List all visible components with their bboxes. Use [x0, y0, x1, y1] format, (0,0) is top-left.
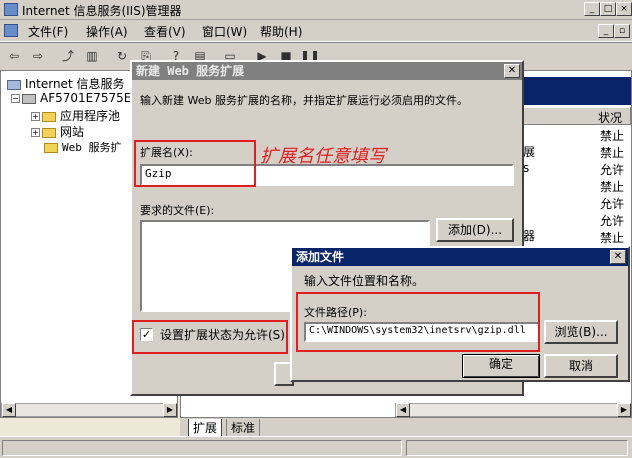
add-file-title: 添加文件 [296, 250, 345, 264]
iis-node-icon [7, 79, 21, 90]
forward-arrow-icon[interactable]: ⇨ [28, 47, 48, 65]
tree-root-label: Internet 信息服务 [25, 77, 125, 91]
back-arrow-icon[interactable]: ⇦ [4, 47, 24, 65]
status-cell: 允许 [600, 214, 625, 228]
scroll-left-icon[interactable]: ◀ [396, 403, 410, 417]
new-extension-title: 新建 Web 服务扩展 [136, 64, 245, 78]
status-cell: 禁止 [600, 146, 625, 160]
refresh-icon[interactable]: ↻ [112, 47, 132, 65]
highlight-file-path-box [296, 292, 540, 352]
tree-item-label: Web 服务扩 [62, 141, 122, 154]
tree-server[interactable]: − AF5701E7575E47 [11, 91, 147, 105]
scroll-right-icon[interactable]: ▶ [617, 403, 631, 417]
minimize-icon[interactable]: _ [584, 2, 600, 16]
tree-item-app-pools[interactable]: + 应用程序池 [31, 107, 120, 124]
status-cell: 禁止 [600, 180, 625, 194]
tree-root[interactable]: Internet 信息服务 [7, 75, 124, 92]
status-panel [406, 440, 628, 456]
menu-bar: 文件(F) 操作(A) 查看(V) 窗口(W) 帮助(H) _ ▫ [0, 20, 632, 42]
close-icon[interactable]: ✕ [504, 64, 520, 78]
list-horizontal-scrollbar[interactable]: ◀ ▶ [395, 403, 631, 417]
folder-icon [42, 111, 56, 122]
tree-item-web-extensions[interactable]: Web 服务扩 [44, 139, 122, 155]
scroll-right-icon[interactable]: ▶ [163, 403, 177, 417]
show-tree-icon[interactable]: ▥ [82, 47, 102, 65]
new-extension-description: 输入新建 Web 服务扩展的名称，并指定扩展运行必须启用的文件。 [140, 94, 468, 107]
expand-icon[interactable]: + [31, 112, 40, 121]
collapse-icon[interactable]: − [11, 94, 20, 103]
add-file-description: 输入文件位置和名称。 [304, 274, 425, 288]
iis-app-icon [4, 3, 18, 16]
main-title-bar: Internet 信息服务(IIS)管理器 _ □ × [0, 0, 632, 20]
menu-file[interactable]: 文件(F) [28, 23, 68, 40]
close-icon[interactable]: × [616, 2, 632, 16]
status-bar [0, 436, 632, 458]
maximize-icon[interactable]: □ [600, 2, 616, 16]
tree-item-label: 应用程序池 [60, 109, 121, 123]
status-cell: 禁止 [600, 129, 625, 143]
highlight-checkbox-box [132, 320, 288, 354]
tab-standard[interactable]: 标准 [226, 419, 261, 437]
status-panel [2, 440, 402, 456]
highlight-name-box [134, 140, 256, 187]
server-icon [22, 93, 36, 104]
menu-view[interactable]: 查看(V) [144, 23, 186, 40]
annotation-hint: 扩展名任意填写 [260, 146, 386, 167]
folder-icon [42, 127, 56, 138]
row-cut-text: 展 [523, 145, 536, 159]
menu-help[interactable]: 帮助(H) [260, 23, 302, 40]
add-file-title-bar: 添加文件 [292, 248, 628, 266]
mmc-icon [4, 24, 18, 37]
folder-icon [44, 142, 58, 153]
window-title: Internet 信息服务(IIS)管理器 [22, 4, 182, 18]
menu-window[interactable]: 窗口(W) [202, 23, 247, 40]
tree-item-websites[interactable]: + 网站 [31, 123, 84, 140]
tab-strip: 扩展 标准 [180, 418, 632, 437]
tree-item-label: 网站 [60, 125, 85, 139]
column-header-status[interactable]: 状况 [598, 109, 622, 126]
up-folder-icon[interactable]: ⤴ [58, 47, 78, 65]
add-file-ok-button[interactable]: 确定 [462, 354, 540, 378]
status-cell: 允许 [600, 197, 625, 211]
browse-button[interactable]: 浏览(B)... [544, 320, 618, 344]
menu-action[interactable]: 操作(A) [86, 23, 128, 40]
status-cell: 禁止 [600, 231, 625, 245]
expand-icon[interactable]: + [31, 128, 40, 137]
pane-header-band [523, 77, 631, 105]
add-file-button[interactable]: 添加(D)... [436, 218, 514, 242]
close-icon[interactable]: ✕ [610, 250, 626, 264]
row-cut-text: 器 [523, 229, 536, 243]
child-minimize-icon[interactable]: _ [598, 24, 614, 38]
tab-extended[interactable]: 扩展 [188, 419, 223, 437]
add-file-cancel-button[interactable]: 取消 [544, 354, 618, 378]
tree-horizontal-scrollbar[interactable]: ◀ ▶ [1, 403, 177, 417]
new-extension-title-bar: 新建 Web 服务扩展 [132, 62, 522, 80]
status-cell: 允许 [600, 163, 625, 177]
required-files-label: 要求的文件(E): [140, 204, 215, 217]
scroll-left-icon[interactable]: ◀ [2, 403, 16, 417]
child-restore-icon[interactable]: ▫ [614, 24, 630, 38]
